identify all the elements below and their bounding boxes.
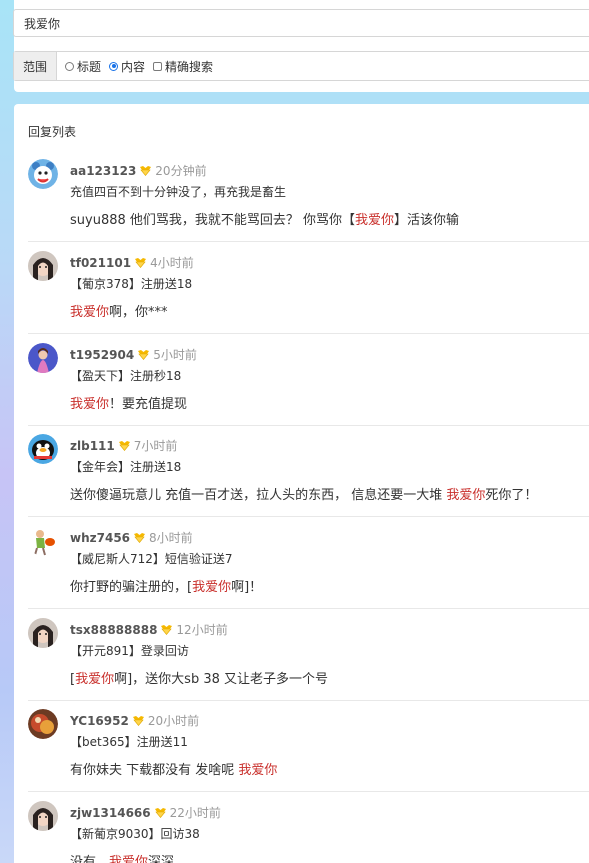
radio-checked-icon[interactable] bbox=[109, 61, 119, 71]
highlighted-keyword: 我爱你 bbox=[238, 763, 278, 778]
avatar[interactable] bbox=[28, 251, 58, 281]
vip-badge-icon bbox=[154, 807, 167, 818]
avatar[interactable] bbox=[28, 343, 58, 373]
reply-source[interactable]: 【bet365】注册送11 bbox=[70, 733, 188, 750]
reply-header: t1952904 5小时前 bbox=[70, 346, 197, 363]
highlighted-keyword: 我爱你 bbox=[70, 397, 110, 412]
content-text: 送你傻逼玩意儿 充值一百才送，拉人头的东西， 信息还要一大堆 bbox=[70, 488, 447, 503]
reply-content: 送你傻逼玩意儿 充值一百才送，拉人头的东西， 信息还要一大堆 我爱你死你了！ bbox=[70, 484, 537, 503]
range-option-label: 标题 bbox=[77, 59, 102, 74]
username-link[interactable]: zlb111 bbox=[70, 439, 115, 453]
highlighted-keyword: 我爱你 bbox=[192, 580, 232, 595]
search-range-bar: 范围 标题 内容 精确搜索 bbox=[13, 51, 589, 81]
reply-time: 5小时前 bbox=[153, 348, 197, 362]
content-text: 啊]，送你大sb 38 又让老子多一个号 bbox=[114, 672, 328, 687]
reply-time: 20小时前 bbox=[147, 714, 200, 728]
exact-search-checkbox[interactable]: 精确搜索 bbox=[153, 58, 213, 75]
content-text: ！要充值提现 bbox=[109, 397, 188, 412]
radio-icon[interactable] bbox=[65, 61, 74, 71]
checkbox-icon[interactable] bbox=[153, 61, 163, 71]
username-link[interactable]: YC16952 bbox=[70, 714, 129, 728]
reply-content: 我爱你啊，你*** bbox=[70, 301, 168, 320]
reply-content: 有你妹夫 下载都没有 发啥呢 我爱你 bbox=[70, 759, 277, 778]
avatar[interactable] bbox=[28, 618, 58, 648]
reply-item: zlb111 7小时前【金年会】注册送18 送你傻逼玩意儿 充值一百才送，拉人头的东… bbox=[28, 426, 589, 517]
username-link[interactable]: tf021101 bbox=[70, 256, 131, 270]
reply-item: tsx88888888 12小时前【开元891】登录回访 [我爱你啊]，送你大sb … bbox=[28, 610, 589, 701]
reply-time: 22小时前 bbox=[169, 806, 221, 820]
vip-badge-icon bbox=[160, 624, 173, 635]
vip-badge-icon bbox=[132, 715, 145, 726]
highlighted-keyword: 我爱你 bbox=[109, 855, 149, 863]
reply-content: suyu888 他们骂我，我就不能骂回去？ 你骂你【我爱你】活该你输 bbox=[70, 209, 459, 228]
reply-header: tf021101 4小时前 bbox=[70, 254, 194, 271]
avatar[interactable] bbox=[28, 526, 58, 556]
reply-header: YC16952 20小时前 bbox=[70, 712, 199, 729]
reply-item: t1952904 5小时前【盈天下】注册秒18 我爱你！要充值提现 bbox=[28, 335, 589, 426]
content-text: 没有， bbox=[70, 855, 110, 863]
reply-content: [我爱你啊]，送你大sb 38 又让老子多一个号 bbox=[70, 668, 328, 687]
exact-search-label: 精确搜索 bbox=[165, 59, 214, 74]
reply-item: aa123123 20分钟前充值四百不到十分钟没了，再充我是畜生 suyu888 他… bbox=[28, 151, 589, 242]
search-input[interactable] bbox=[13, 9, 589, 37]
content-text: 啊]！ bbox=[231, 580, 263, 595]
reply-time: 20分钟前 bbox=[155, 164, 207, 178]
reply-source[interactable]: 【开元891】登录回访 bbox=[70, 642, 189, 659]
range-option-content[interactable]: 内容 bbox=[109, 58, 145, 75]
reply-content: 没有，我爱你深深 bbox=[70, 851, 174, 863]
highlighted-keyword: 我爱你 bbox=[355, 213, 395, 228]
reply-item: whz7456 8小时前【威尼斯人712】短信验证送7 你打野的骗注册的，[我爱你啊… bbox=[28, 518, 589, 609]
reply-header: zjw1314666 22小时前 bbox=[70, 804, 221, 821]
reply-content: 你打野的骗注册的，[我爱你啊]！ bbox=[70, 576, 262, 595]
vip-badge-icon bbox=[118, 440, 131, 451]
reply-item: tf021101 4小时前【葡京378】注册送18 我爱你啊，你*** bbox=[28, 243, 589, 334]
reply-header: whz7456 8小时前 bbox=[70, 529, 193, 546]
reply-list-title: 回复列表 bbox=[28, 125, 77, 139]
content-text: 深深 bbox=[148, 855, 175, 863]
reply-header: tsx88888888 12小时前 bbox=[70, 621, 228, 638]
avatar[interactable] bbox=[28, 709, 58, 739]
content-text: 有你妹夫 下载都没有 发啥呢 bbox=[70, 763, 239, 778]
reply-time: 12小时前 bbox=[176, 623, 228, 637]
reply-source[interactable]: 【金年会】注册送18 bbox=[70, 458, 181, 475]
content-text: 】活该你输 bbox=[394, 213, 460, 228]
content-text: suyu888 他们骂我，我就不能骂回去？ 你骂你【 bbox=[70, 213, 356, 228]
reply-time: 8小时前 bbox=[149, 531, 193, 545]
reply-content: 我爱你！要充值提现 bbox=[70, 393, 187, 412]
reply-source[interactable]: 【新葡京9030】回访38 bbox=[70, 825, 200, 842]
content-text: 你打野的骗注册的，[ bbox=[70, 580, 193, 595]
reply-source[interactable]: 充值四百不到十分钟没了，再充我是畜生 bbox=[70, 183, 286, 200]
reply-time: 7小时前 bbox=[133, 439, 178, 453]
highlighted-keyword: 我爱你 bbox=[75, 672, 115, 687]
reply-header: zlb111 7小时前 bbox=[70, 437, 177, 454]
username-link[interactable]: whz7456 bbox=[70, 531, 130, 545]
content-text: 死你了！ bbox=[485, 488, 538, 503]
username-link[interactable]: zjw1314666 bbox=[70, 806, 151, 820]
reply-source[interactable]: 【威尼斯人712】短信验证送7 bbox=[70, 550, 233, 567]
username-link[interactable]: tsx88888888 bbox=[70, 623, 157, 637]
username-link[interactable]: aa123123 bbox=[70, 164, 136, 178]
avatar[interactable] bbox=[28, 159, 58, 189]
reply-source[interactable]: 【盈天下】注册秒18 bbox=[70, 367, 181, 384]
vip-badge-icon bbox=[139, 165, 152, 176]
vip-badge-icon bbox=[133, 532, 146, 543]
range-label: 范围 bbox=[14, 52, 57, 80]
avatar[interactable] bbox=[28, 801, 58, 831]
highlighted-keyword: 我爱你 bbox=[70, 305, 110, 320]
reply-list-panel: 回复列表 aa123123 20分钟前充值四百不到十分钟没了，再充我是畜生 suyu… bbox=[14, 104, 589, 863]
reply-source[interactable]: 【葡京378】注册送18 bbox=[70, 275, 192, 292]
reply-header: aa123123 20分钟前 bbox=[70, 162, 207, 179]
range-option-label: 内容 bbox=[121, 59, 146, 74]
highlighted-keyword: 我爱你 bbox=[446, 488, 486, 503]
avatar[interactable] bbox=[28, 434, 58, 464]
vip-badge-icon bbox=[134, 257, 147, 268]
vip-badge-icon bbox=[137, 349, 150, 360]
range-option-title[interactable]: 标题 bbox=[65, 58, 101, 75]
content-text: 啊，你*** bbox=[109, 305, 168, 320]
reply-time: 4小时前 bbox=[150, 256, 194, 270]
reply-item: YC16952 20小时前【bet365】注册送11 有你妹夫 下载都没有 发啥呢 … bbox=[28, 701, 589, 792]
reply-item: zjw1314666 22小时前【新葡京9030】回访38 没有，我爱你深深 bbox=[28, 793, 589, 863]
username-link[interactable]: t1952904 bbox=[70, 348, 134, 362]
